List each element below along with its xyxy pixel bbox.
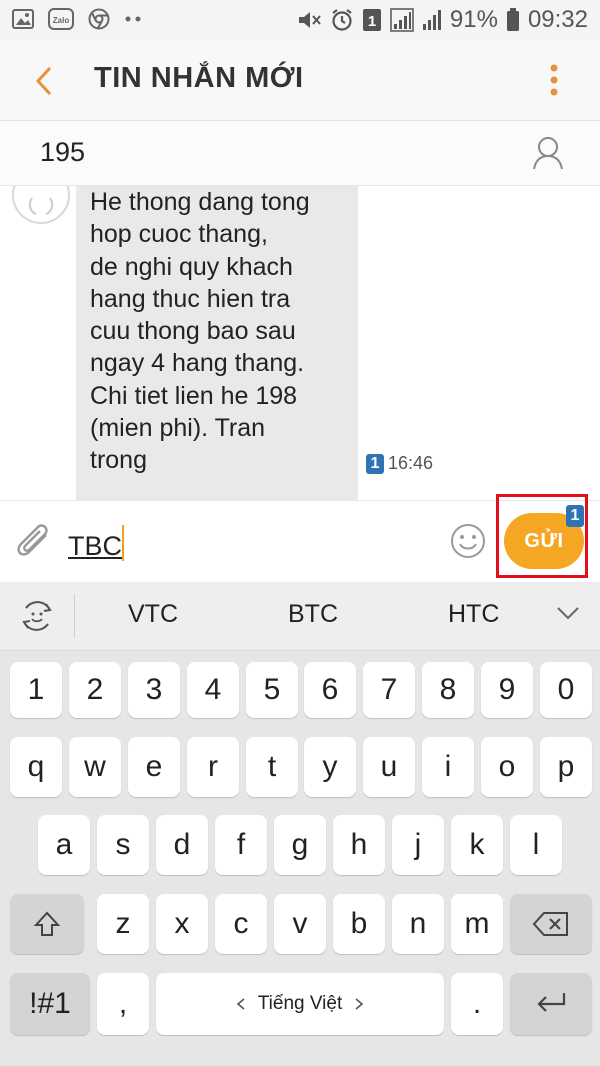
text-cursor (122, 525, 124, 561)
key-r[interactable]: r (187, 737, 239, 797)
key-1[interactable]: 1 (10, 662, 62, 718)
page-title: TIN NHẮN MỚI (94, 62, 304, 94)
key-3[interactable]: 3 (128, 662, 180, 718)
left-arrow-icon (236, 998, 245, 1010)
keyboard: VTC BTC HTC 1 2 3 4 5 6 7 8 9 0 q w e r … (0, 582, 600, 1066)
key-i[interactable]: i (422, 737, 474, 797)
key-g[interactable]: g (274, 815, 326, 875)
key-y[interactable]: y (304, 737, 356, 797)
suggestion-htc[interactable]: HTC (448, 600, 499, 629)
mute-icon (296, 8, 322, 32)
recipient-number: 195 (40, 137, 86, 167)
key-2[interactable]: 2 (69, 662, 121, 718)
key-o[interactable]: o (481, 737, 533, 797)
key-f[interactable]: f (215, 815, 267, 875)
contact-picker-button[interactable] (532, 135, 564, 171)
input-mode-button[interactable] (18, 598, 56, 634)
more-options-button[interactable] (544, 62, 564, 102)
space-key[interactable]: Tiếng Việt (156, 973, 444, 1035)
suggestion-btc[interactable]: BTC (288, 600, 338, 629)
smiley-icon (451, 524, 485, 558)
sim-icon: 1 (362, 8, 382, 32)
expand-suggestions-button[interactable] (556, 604, 580, 622)
key-d[interactable]: d (156, 815, 208, 875)
key-5[interactable]: 5 (246, 662, 298, 718)
signal-icon-1 (390, 8, 414, 32)
key-0[interactable]: 0 (540, 662, 592, 718)
signal-icon-2 (422, 8, 442, 32)
chrome-icon (88, 8, 110, 30)
chevron-down-icon (557, 607, 579, 620)
shift-arrow-icon (33, 911, 61, 936)
comma-key[interactable]: , (97, 973, 149, 1035)
symbols-key[interactable]: !#1 (10, 973, 90, 1035)
key-n[interactable]: n (392, 894, 444, 954)
key-j[interactable]: j (392, 815, 444, 875)
sim-badge: 1 (366, 453, 384, 474)
emoji-button[interactable] (450, 523, 486, 559)
sender-avatar[interactable] (12, 186, 70, 224)
key-q[interactable]: q (10, 737, 62, 797)
message-input[interactable] (66, 525, 430, 567)
person-icon (28, 197, 54, 215)
svg-text:1: 1 (368, 13, 376, 30)
paperclip-icon (17, 524, 48, 556)
key-s[interactable]: s (97, 815, 149, 875)
period-key[interactable]: . (451, 973, 503, 1035)
key-m[interactable]: m (451, 894, 503, 954)
suggestion-bar: VTC BTC HTC (0, 582, 600, 651)
backspace-key[interactable] (510, 894, 592, 954)
message-meta: 1 16:46 (366, 453, 433, 474)
shift-key[interactable] (10, 894, 84, 954)
status-bar: Zalo 1 91% 09:32 (0, 0, 600, 40)
key-9[interactable]: 9 (481, 662, 533, 718)
more-dots-icon (124, 14, 142, 24)
key-l[interactable]: l (510, 815, 562, 875)
recipient-field[interactable]: 195 (0, 121, 600, 186)
message-text: He thong dang tong hop cuoc thang, de ng… (90, 188, 310, 475)
key-4[interactable]: 4 (187, 662, 239, 718)
back-arrow-icon (35, 66, 52, 96)
battery-percent: 91% (449, 6, 498, 33)
key-k[interactable]: k (451, 815, 503, 875)
status-time: 09:32 (527, 6, 588, 33)
key-w[interactable]: w (69, 737, 121, 797)
enter-icon (537, 993, 566, 1012)
right-arrow-icon (355, 998, 364, 1010)
app-header: TIN NHẮN MỚI (0, 40, 600, 121)
contact-icon (533, 137, 563, 170)
key-z[interactable]: z (97, 894, 149, 954)
key-x[interactable]: x (156, 894, 208, 954)
key-v[interactable]: v (274, 894, 326, 954)
attach-button[interactable] (16, 523, 56, 565)
space-key-label: Tiếng Việt (257, 993, 343, 1014)
key-h[interactable]: h (333, 815, 385, 875)
key-7[interactable]: 7 (363, 662, 415, 718)
key-8[interactable]: 8 (422, 662, 474, 718)
alarm-icon (330, 8, 354, 32)
key-u[interactable]: u (363, 737, 415, 797)
kebab-menu-icon (550, 64, 558, 96)
key-e[interactable]: e (128, 737, 180, 797)
back-button[interactable] (30, 64, 60, 98)
key-c[interactable]: c (215, 894, 267, 954)
suggestion-vtc[interactable]: VTC (128, 600, 178, 629)
key-t[interactable]: t (246, 737, 298, 797)
zalo-icon: Zalo (48, 8, 74, 30)
gallery-icon (12, 9, 34, 29)
suggestion-divider (74, 594, 75, 638)
battery-icon (506, 8, 520, 32)
key-a[interactable]: a (38, 815, 90, 875)
message-list[interactable]: He thong dang tong hop cuoc thang, de ng… (0, 186, 600, 500)
backspace-icon (532, 912, 568, 936)
enter-key[interactable] (510, 973, 592, 1035)
refresh-smiley-icon (22, 601, 52, 631)
key-p[interactable]: p (540, 737, 592, 797)
svg-text:Zalo: Zalo (53, 16, 70, 25)
send-sim-badge: 1 (566, 505, 584, 527)
message-time: 16:46 (388, 453, 434, 473)
key-6[interactable]: 6 (304, 662, 356, 718)
key-b[interactable]: b (333, 894, 385, 954)
